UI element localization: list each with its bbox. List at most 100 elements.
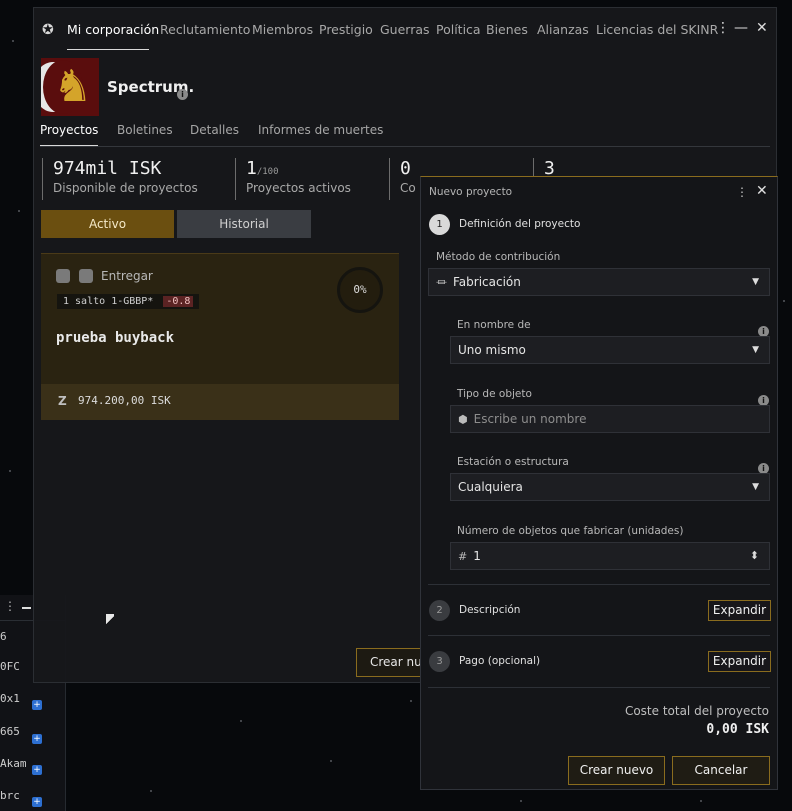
station-select[interactable]: Cualquiera ▼ — [450, 473, 770, 501]
chat-more-icon[interactable]: ⋮ — [4, 599, 16, 613]
chevron-down-icon: ▼ — [752, 277, 759, 287]
section-divider — [428, 584, 770, 585]
subtab-projects[interactable]: Proyectos — [40, 123, 98, 137]
griffin-emblem-icon: ♞ — [53, 61, 93, 112]
expand-description-button[interactable]: Expandir — [708, 600, 771, 621]
chat-row[interactable]: 0FC — [0, 660, 20, 673]
section-divider — [428, 687, 770, 688]
chat-row[interactable]: brc — [0, 789, 20, 802]
mouse-cursor-icon — [106, 614, 114, 626]
on-behalf-value: Uno mismo — [458, 343, 526, 357]
total-cost-label: Coste total del proyecto — [624, 704, 769, 718]
station-label: Estación o estructura — [457, 456, 569, 468]
standing-plus-icon: + — [32, 734, 42, 744]
chat-row[interactable]: 665 — [0, 725, 20, 738]
tab-assets[interactable]: Bienes — [486, 22, 528, 37]
route-jumps: 1 salto — [63, 296, 106, 307]
stat-label: Disponible de proyectos — [53, 181, 198, 195]
chat-row[interactable]: 0x1 — [0, 692, 20, 705]
chat-row[interactable]: Akam — [0, 757, 27, 770]
new-project-dialog: Nuevo proyecto ⋮ ✕ 1 Definición del proy… — [420, 176, 778, 790]
corporation-star-icon: ✪ — [42, 22, 54, 38]
project-name: prueba buyback — [56, 330, 175, 346]
tab-alliances[interactable]: Alianzas — [537, 22, 589, 37]
subtab-killmails[interactable]: Informes de muertes — [258, 123, 383, 137]
total-cost-value: 0,00 ISK — [706, 722, 769, 737]
stat-value: 1 — [246, 158, 257, 179]
section-divider — [428, 635, 770, 636]
item-type-input[interactable]: ⬢ Escribe un nombre — [450, 405, 770, 433]
close-icon[interactable]: ✕ — [756, 20, 768, 36]
project-card[interactable]: Entregar 1 salto 1-GBBP* -0.8 prueba buy… — [41, 253, 399, 420]
step-1-indicator: 1 — [429, 214, 450, 235]
standing-plus-icon: + — [32, 797, 42, 807]
project-type-label: Entregar — [101, 269, 153, 283]
stat-value: 0 — [400, 158, 411, 179]
contribution-method-label: Método de contribución — [436, 251, 561, 263]
on-behalf-select[interactable]: Uno mismo ▼ — [450, 336, 770, 364]
quantity-label: Número de objetos que fabricar (unidades… — [457, 525, 684, 537]
item-cube-icon: ⬢ — [458, 413, 468, 426]
minimize-icon[interactable]: — — [734, 20, 748, 36]
contribution-method-value: Fabricación — [453, 275, 521, 289]
corporation-logo[interactable]: ♞ — [41, 58, 99, 116]
subtab-details[interactable]: Detalles — [190, 123, 239, 137]
quantity-value: 1 — [473, 549, 481, 563]
toggle-active[interactable]: Activo — [41, 210, 174, 238]
route-system: 1-GBBP* — [111, 296, 154, 307]
project-route[interactable]: 1 salto 1-GBBP* -0.8 — [57, 294, 200, 309]
hash-icon: # — [458, 550, 468, 563]
create-new-button[interactable]: Crear nuevo — [568, 756, 665, 785]
chat-minimize-icon[interactable] — [22, 607, 31, 609]
standing-plus-icon: + — [32, 765, 42, 775]
stepper-arrows-icon[interactable]: ⬍ — [750, 543, 759, 569]
toggle-history[interactable]: Historial — [177, 210, 311, 238]
item-type-placeholder: Escribe un nombre — [473, 412, 587, 426]
quantity-stepper[interactable]: #1 ⬍ — [450, 542, 770, 570]
tab-prestige[interactable]: Prestigio — [319, 22, 373, 37]
expand-payment-button[interactable]: Expandir — [708, 651, 771, 672]
project-reward: 974.200,00 ISK — [78, 394, 171, 407]
manufacturing-icon: ⏛ — [436, 276, 447, 289]
route-security-status: -0.8 — [163, 296, 194, 307]
chat-row[interactable]: 6 — [0, 630, 7, 643]
stat-label: Co — [400, 181, 416, 195]
project-type-icon — [56, 269, 70, 283]
stat-value: 974mil ISK — [53, 158, 162, 179]
on-behalf-label: En nombre de — [457, 319, 531, 331]
step-3-title[interactable]: Pago (opcional) — [459, 655, 540, 667]
chevron-down-icon: ▼ — [752, 482, 759, 492]
chevron-down-icon: ▼ — [752, 345, 759, 355]
stat-third: 0 Co — [389, 158, 416, 200]
stat-label: Proyectos activos — [246, 181, 351, 195]
stat-available-funds: 974mil ISK Disponible de proyectos — [42, 158, 198, 200]
tab-recruitment[interactable]: Reclutamiento — [160, 22, 250, 37]
item-type-label: Tipo de objeto — [457, 388, 532, 400]
tab-my-corporation[interactable]: Mi corporación — [67, 22, 159, 37]
cancel-button[interactable]: Cancelar — [672, 756, 770, 785]
subtab-active-indicator — [40, 145, 98, 146]
dialog-title: Nuevo proyecto — [429, 186, 513, 198]
active-tab-indicator — [67, 49, 149, 50]
tab-politics[interactable]: Política — [436, 22, 481, 37]
step-2-title[interactable]: Descripción — [459, 604, 520, 616]
more-options-icon[interactable]: ⋮ — [716, 20, 730, 36]
subtab-divider — [40, 146, 770, 147]
step-2-indicator: 2 — [429, 600, 450, 621]
dialog-more-icon[interactable]: ⋮ — [736, 185, 748, 199]
corporation-nav: ✪ Mi corporación Reclutamiento Miembros … — [34, 8, 776, 50]
step-3-indicator: 3 — [429, 651, 450, 672]
deliver-icon — [79, 269, 93, 283]
station-value: Cualquiera — [458, 480, 523, 494]
corporation-info-icon[interactable]: i — [177, 82, 188, 101]
project-progress: 0% — [337, 267, 383, 313]
step-1-title[interactable]: Definición del proyecto — [459, 218, 580, 230]
isk-icon: Z — [58, 394, 67, 408]
subtab-bulletins[interactable]: Boletines — [117, 123, 173, 137]
dialog-close-icon[interactable]: ✕ — [756, 183, 768, 199]
stat-value-suffix: /100 — [256, 167, 279, 177]
tab-members[interactable]: Miembros — [252, 22, 313, 37]
tab-skinr-licenses[interactable]: Licencias del SKINR — [596, 22, 718, 37]
contribution-method-select[interactable]: ⏛ Fabricación ▼ — [428, 268, 770, 296]
tab-wars[interactable]: Guerras — [380, 22, 430, 37]
